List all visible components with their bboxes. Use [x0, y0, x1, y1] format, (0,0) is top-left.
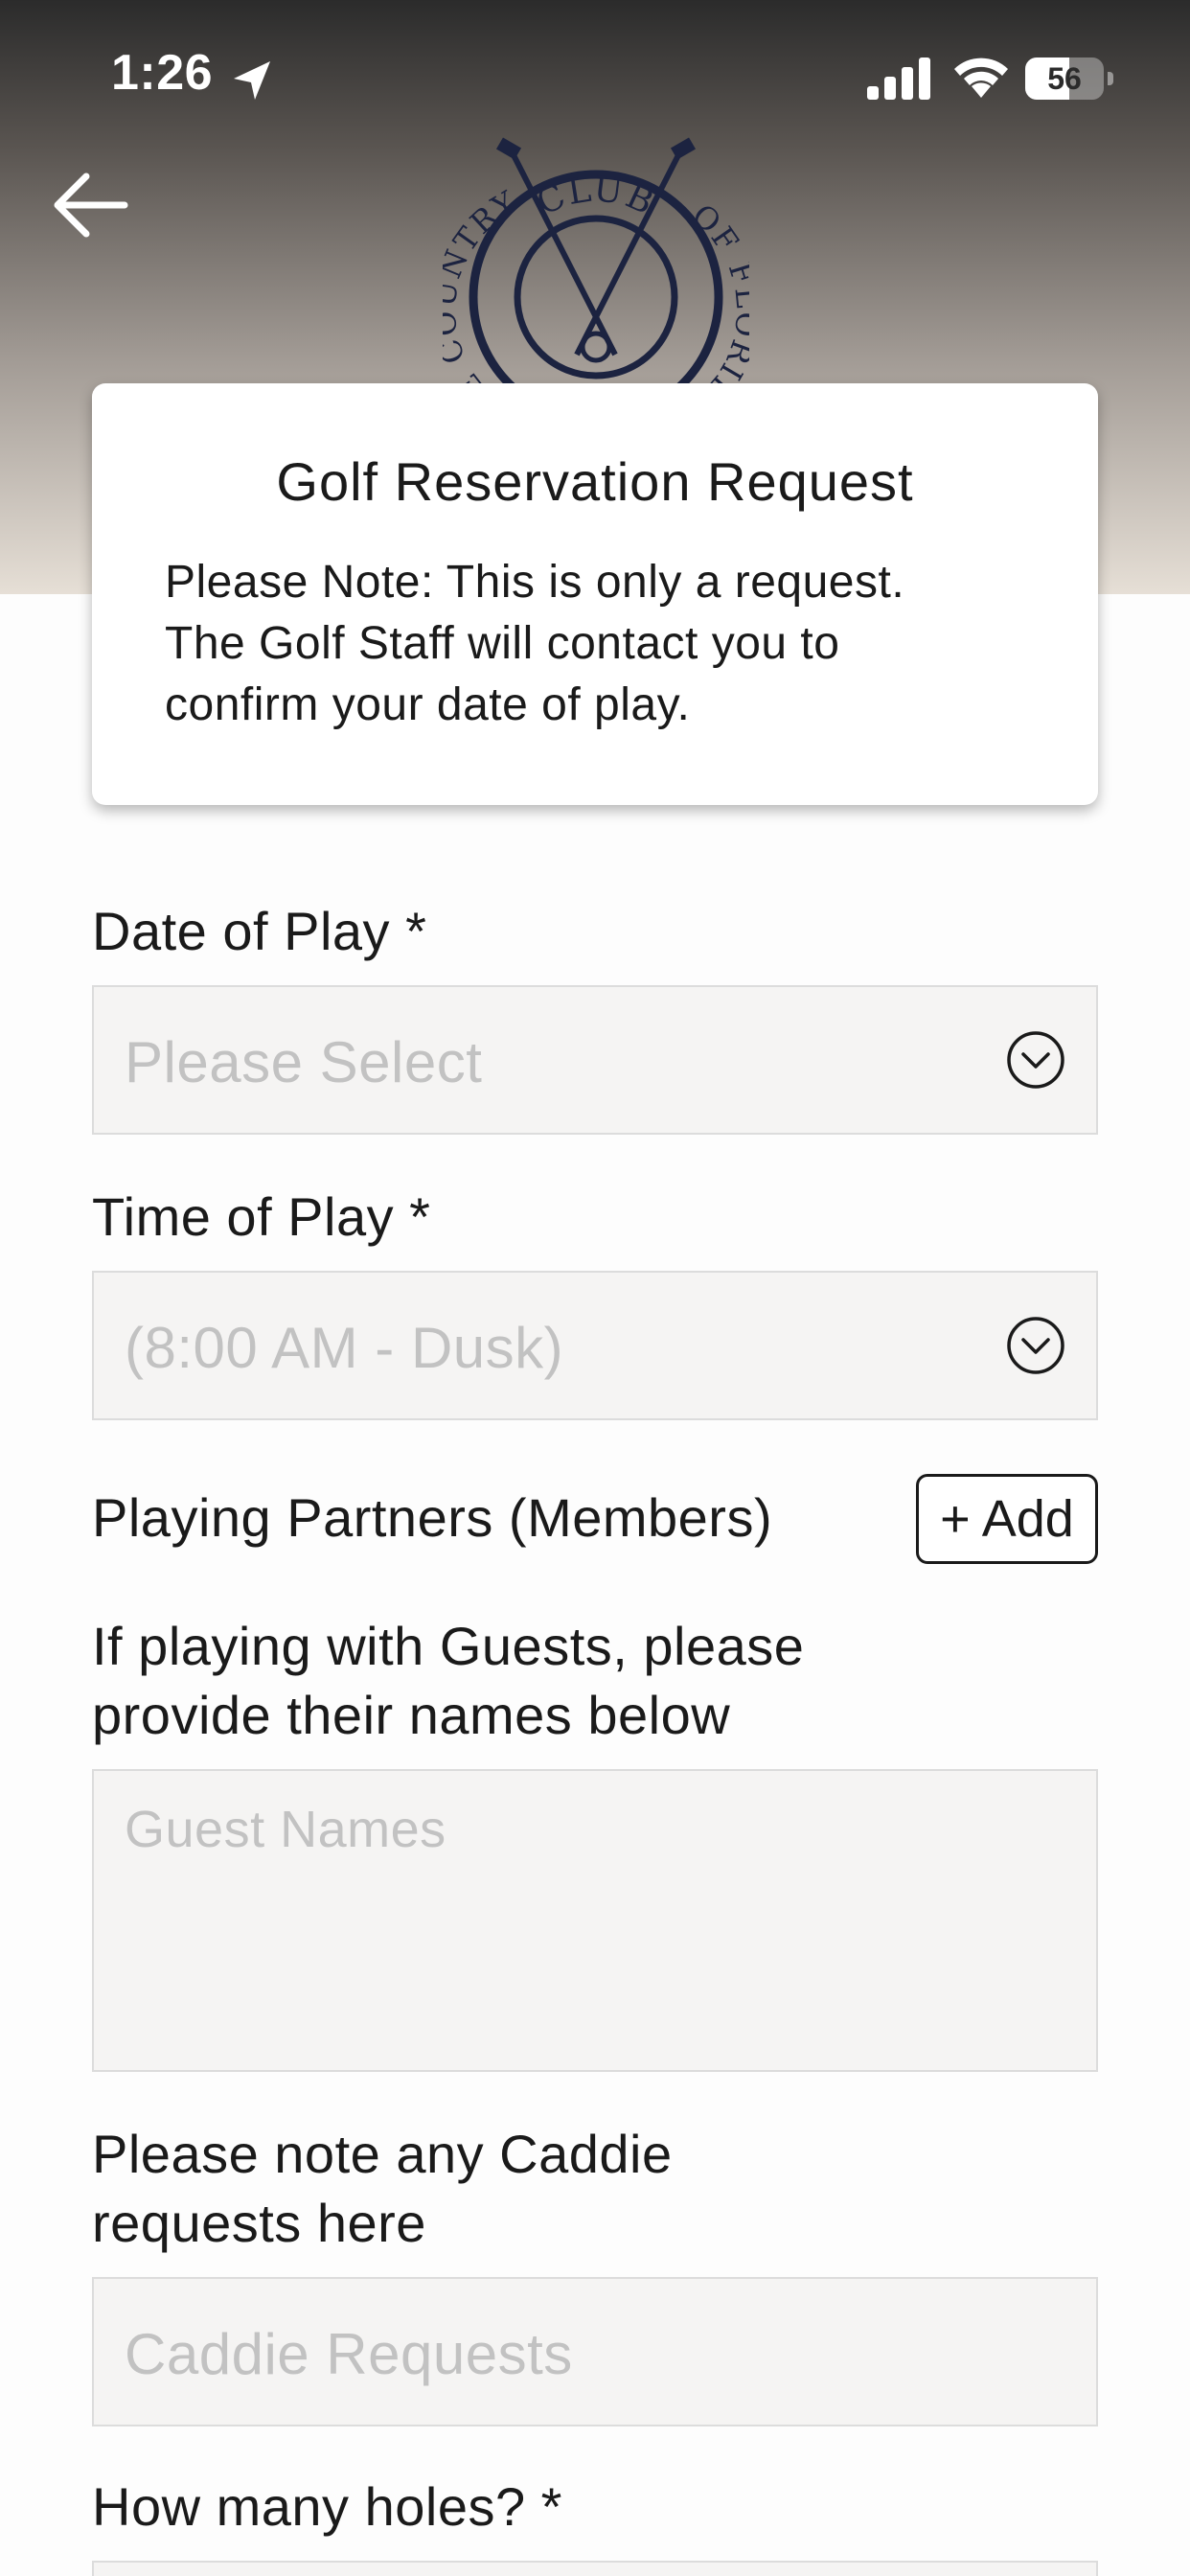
guests-label: If playing with Guests, please provide t… [92, 1612, 804, 1750]
date-of-play-placeholder: Please Select [125, 1030, 483, 1094]
guest-names-input[interactable]: Guest Names [92, 1769, 1098, 2072]
wifi-icon [954, 58, 1008, 98]
card-note: Please Note: This is only a request. The… [165, 552, 1046, 736]
battery-icon: 56 [1025, 58, 1113, 100]
battery-level: 56 [1047, 61, 1082, 96]
caddie-label: Please note any Caddie requests here [92, 2120, 673, 2258]
holes-select[interactable] [92, 2561, 1098, 2576]
time-of-play-placeholder: (8:00 AM - Dusk) [125, 1316, 564, 1380]
card-note-line: confirm your date of play. [165, 679, 691, 730]
info-card: Golf Reservation Request Please Note: Th… [92, 383, 1098, 805]
guests-label-line: provide their names below [92, 1685, 731, 1745]
holes-label: How many holes? * [92, 2476, 562, 2537]
status-time: 1:26 [111, 45, 214, 101]
location-arrow-icon [234, 61, 270, 100]
caddie-label-line: requests here [92, 2193, 426, 2253]
guests-label-line: If playing with Guests, please [92, 1616, 805, 1676]
battery-body: 56 [1025, 58, 1104, 100]
card-note-line: Please Note: This is only a request. [165, 557, 905, 608]
add-partner-button[interactable]: + Add [916, 1474, 1098, 1564]
battery-nub [1108, 72, 1113, 85]
chevron-down-circle-icon [1007, 1031, 1064, 1089]
time-of-play-select[interactable]: (8:00 AM - Dusk) [92, 1271, 1098, 1420]
chevron-down-circle-icon [1007, 1317, 1064, 1374]
cellular-signal-icon [867, 58, 930, 100]
status-bar: 1:26 56 [0, 0, 1190, 153]
date-of-play-label: Date of Play * [92, 901, 427, 961]
card-note-line: The Golf Staff will contact you to [165, 618, 840, 669]
date-of-play-select[interactable]: Please Select [92, 985, 1098, 1135]
time-of-play-label: Time of Play * [92, 1186, 431, 1247]
guest-names-placeholder: Guest Names [125, 1801, 446, 1858]
caddie-requests-input[interactable]: Caddie Requests [92, 2277, 1098, 2426]
playing-partners-label: Playing Partners (Members) [92, 1487, 773, 1548]
caddie-requests-placeholder: Caddie Requests [125, 2322, 573, 2386]
caddie-label-line: Please note any Caddie [92, 2124, 673, 2184]
arrow-left-icon[interactable] [48, 169, 134, 242]
card-title: Golf Reservation Request [276, 451, 914, 512]
